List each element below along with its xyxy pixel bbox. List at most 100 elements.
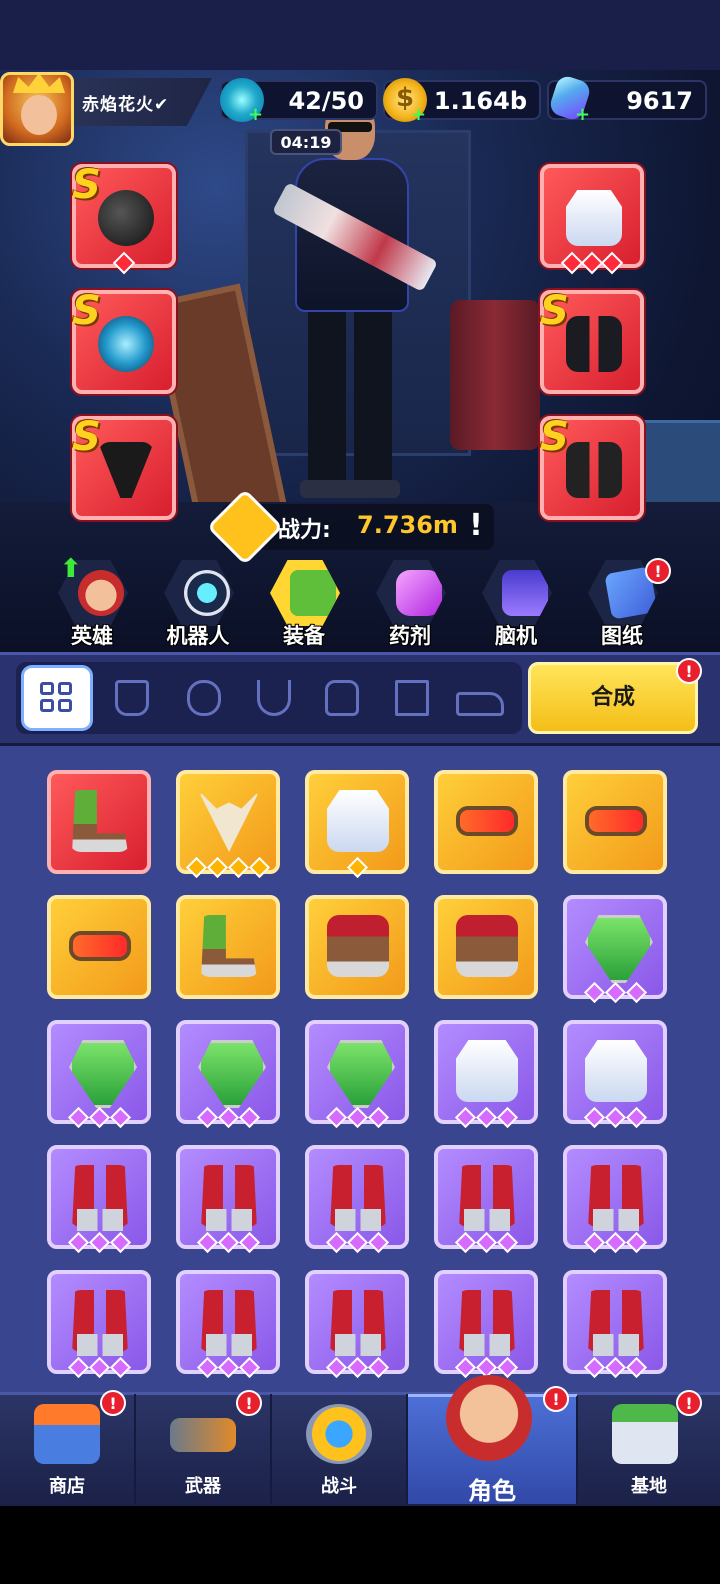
star-icon: [583, 1106, 605, 1129]
grade-badge: S: [72, 288, 101, 334]
hero-boots: [300, 480, 400, 498]
necklace-icon: [257, 680, 291, 716]
inventory-item[interactable]: [563, 895, 667, 1004]
inventory-item[interactable]: [434, 770, 538, 874]
grade-badge: S: [540, 288, 569, 334]
inventory-item[interactable]: [176, 1145, 280, 1254]
tab-brain-machine[interactable]: 脑机: [474, 560, 558, 650]
filter-boots[interactable]: [446, 668, 512, 728]
inventory-item[interactable]: [434, 1020, 538, 1129]
hero-character[interactable]: [270, 96, 439, 500]
star-icon: [248, 856, 271, 879]
pants-armor-icon: [593, 1334, 639, 1356]
tab-equipment[interactable]: 装备: [262, 560, 346, 650]
gem-counter[interactable]: + 9617: [547, 73, 707, 125]
star-rating: [309, 1106, 405, 1129]
system-bar: [0, 1506, 720, 1584]
inventory-item[interactable]: [305, 770, 409, 879]
star-icon: [346, 1106, 368, 1129]
avatar-face: [21, 95, 57, 135]
equip-slot-bomb[interactable]: S: [72, 162, 176, 275]
star-rating: [180, 1231, 276, 1254]
equip-slot-jacket[interactable]: [540, 164, 644, 275]
inventory-item[interactable]: [47, 1020, 151, 1129]
inventory-item[interactable]: [305, 1145, 409, 1254]
player-avatar[interactable]: [0, 72, 74, 146]
filter-glove[interactable]: [98, 668, 164, 728]
upgrade-arrow-icon: ⬆: [60, 554, 82, 584]
star-icon: [217, 1356, 239, 1379]
equip-slot-shield[interactable]: S: [72, 288, 176, 394]
equip-slot-boots[interactable]: S: [540, 414, 644, 520]
inventory-item[interactable]: [176, 770, 280, 879]
inventory-item[interactable]: [47, 770, 151, 874]
boots-icon: [566, 442, 622, 498]
skull-icon: [198, 790, 260, 852]
star-icon: [325, 1106, 347, 1129]
pants-armor-icon: [464, 1334, 510, 1356]
star-rating: [51, 1356, 147, 1379]
power-info-button[interactable]: !: [462, 506, 490, 546]
nav-battle[interactable]: 战斗: [272, 1394, 408, 1504]
star-icon: [583, 1356, 605, 1379]
equip-slot-pants[interactable]: S: [540, 288, 644, 394]
star-icon: [604, 1356, 626, 1379]
equip-slot-necklace[interactable]: S: [72, 414, 176, 520]
star-icon: [196, 1356, 218, 1379]
tab-robot[interactable]: 机器人: [156, 560, 240, 650]
star-icon: [196, 1231, 218, 1254]
inventory-item[interactable]: [434, 895, 538, 999]
inventory-item[interactable]: [47, 1270, 151, 1379]
star-icon: [109, 1231, 131, 1254]
nav-label: 武器: [185, 1476, 221, 1497]
inventory-item[interactable]: [176, 1270, 280, 1379]
filter-all[interactable]: [24, 668, 90, 728]
inventory-item[interactable]: [305, 895, 409, 999]
star-icon: [206, 856, 229, 879]
inventory-item[interactable]: [305, 1020, 409, 1129]
goggles-icon: [456, 806, 518, 836]
inventory-item[interactable]: [176, 1020, 280, 1129]
inventory-item[interactable]: [47, 895, 151, 999]
shop-icon: [34, 1404, 100, 1464]
tab-label: 装备: [283, 624, 325, 648]
tab-potion[interactable]: 药剂: [368, 560, 452, 650]
goggles-icon: [585, 806, 647, 836]
filter-armor[interactable]: [308, 668, 374, 728]
inventory-item[interactable]: [563, 1270, 667, 1379]
add-gem-icon[interactable]: +: [575, 104, 590, 125]
inventory-item[interactable]: [434, 1145, 538, 1254]
filter-necklace[interactable]: [240, 668, 306, 728]
filter-chest[interactable]: [170, 668, 236, 728]
inventory-item[interactable]: [563, 770, 667, 874]
star-icon: [604, 1106, 626, 1129]
tab-label: 图纸: [601, 624, 643, 648]
star-icon: [496, 1106, 518, 1129]
coin-counter[interactable]: + 1.164b: [383, 78, 541, 125]
combine-button[interactable]: 合成: [528, 662, 698, 734]
add-coin-icon[interactable]: +: [411, 104, 426, 125]
star-icon: [367, 1231, 389, 1254]
potion-icon: [376, 560, 446, 626]
star-icon: [88, 1356, 110, 1379]
energy-counter[interactable]: + 42/50: [220, 78, 378, 125]
inventory-item[interactable]: [305, 1270, 409, 1379]
inventory-item[interactable]: [47, 1145, 151, 1254]
inventory-item[interactable]: [434, 1270, 538, 1379]
star-icon: [454, 1106, 476, 1129]
nav-label: 角色: [468, 1477, 516, 1505]
add-energy-icon[interactable]: +: [248, 104, 263, 125]
battle-icon: [306, 1404, 372, 1464]
inventory-item[interactable]: [176, 895, 280, 999]
star-rating: [51, 1106, 147, 1129]
weapon-icon: [170, 1418, 236, 1452]
tab-label: 药剂: [389, 624, 431, 648]
pants-armor-icon: [464, 1209, 510, 1231]
inventory-item[interactable]: [563, 1020, 667, 1129]
star-icon: [625, 1356, 647, 1379]
tab-label: 脑机: [495, 624, 537, 648]
character-alert-badge: !: [543, 1386, 569, 1412]
filter-pants[interactable]: [378, 668, 444, 728]
armor-icon: [325, 680, 359, 716]
inventory-item[interactable]: [563, 1145, 667, 1254]
